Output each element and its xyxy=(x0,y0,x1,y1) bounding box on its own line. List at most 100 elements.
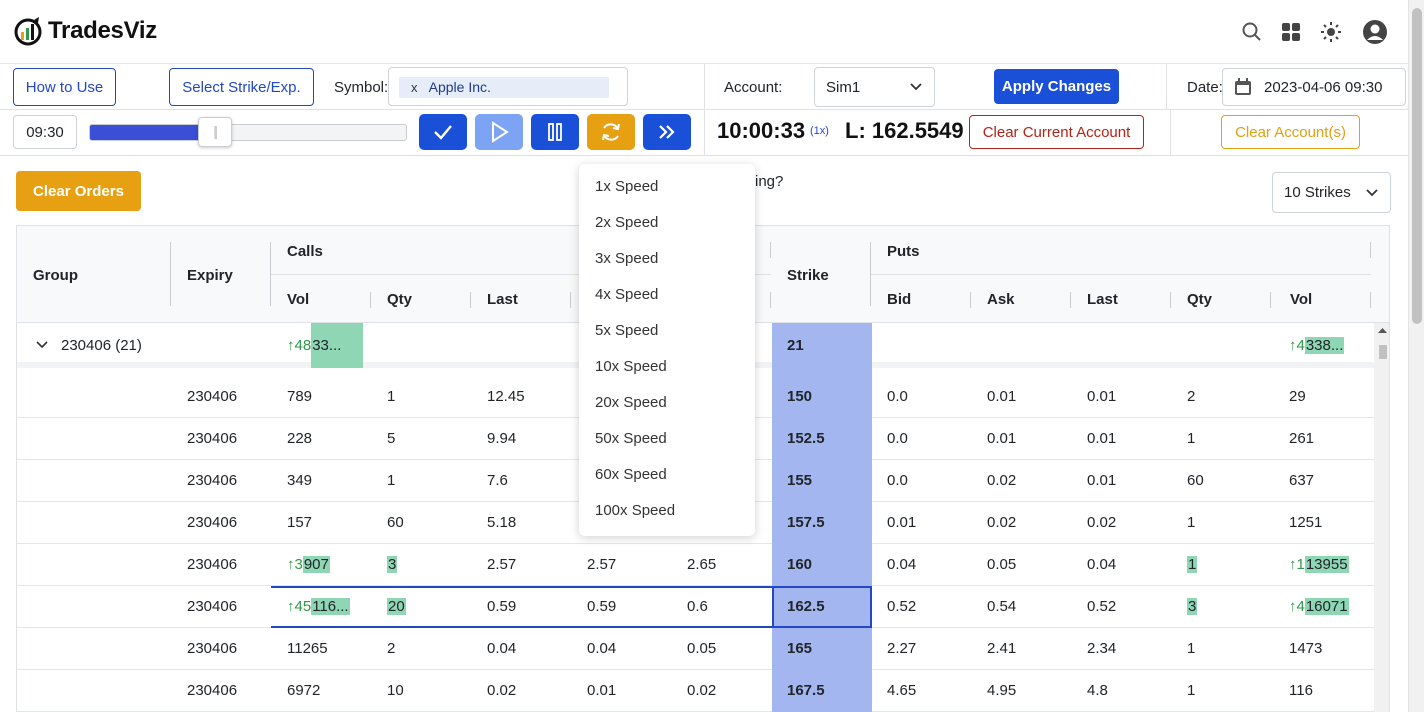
strike-cell[interactable]: 167.5 xyxy=(772,670,872,712)
cell-p-ask[interactable]: 0.01 xyxy=(987,376,1016,417)
cell-c-last[interactable]: 0.02 xyxy=(487,670,516,711)
col-sep[interactable] xyxy=(770,292,771,308)
cell-p-vol[interactable]: 29 xyxy=(1289,376,1306,417)
cell-p-ask[interactable]: 0.02 xyxy=(987,502,1016,543)
cell-c-ask[interactable]: 0.02 xyxy=(687,670,716,711)
cell-c-vol[interactable]: 6972 xyxy=(287,670,320,711)
speed-button[interactable] xyxy=(643,114,691,150)
cell-p-bid[interactable]: 4.65 xyxy=(887,670,916,711)
col-put-qty[interactable]: Qty xyxy=(1187,291,1212,308)
apply-changes-button[interactable]: Apply Changes xyxy=(994,69,1119,104)
start-time-field[interactable]: 09:30 xyxy=(13,115,77,149)
cell-p-bid[interactable]: 0.52 xyxy=(887,586,916,627)
strike-cell[interactable]: 157.5 xyxy=(772,502,872,544)
reset-button[interactable] xyxy=(587,114,635,150)
cell-expiry[interactable]: 230406 xyxy=(187,670,237,711)
cell-expiry[interactable]: 230406 xyxy=(187,544,237,585)
table-scroll-thumb[interactable] xyxy=(1379,345,1387,359)
cell-p-vol[interactable]: 637 xyxy=(1289,460,1314,501)
col-sep[interactable] xyxy=(1070,292,1071,308)
cell-c-last[interactable]: 12.45 xyxy=(487,376,525,417)
cell-c-ask[interactable]: 2.65 xyxy=(687,544,716,585)
speed-option[interactable]: 60x Speed xyxy=(595,466,667,483)
cell-expiry[interactable]: 230406 xyxy=(187,460,237,501)
search-icon[interactable] xyxy=(1240,20,1264,44)
remove-symbol-icon[interactable]: x xyxy=(411,80,418,95)
cell-p-ask[interactable]: 0.54 xyxy=(987,586,1016,627)
date-picker[interactable]: 2023-04-06 09:30 xyxy=(1222,68,1406,106)
col-group[interactable]: Group xyxy=(33,267,78,284)
cell-c-vol[interactable]: 157 xyxy=(287,502,312,543)
table-row[interactable]: 230406 6972 10 0.02 0.01 0.02 4.65 4.95 4.8 1 116 1… xyxy=(17,670,1389,712)
cell-p-vol[interactable]: 116 xyxy=(1289,670,1313,711)
cell-p-vol[interactable]: 1473 xyxy=(1289,628,1322,669)
cell-p-qty[interactable]: 1 xyxy=(1187,628,1195,669)
cell-p-ask[interactable]: 0.01 xyxy=(987,418,1016,459)
cell-expiry[interactable]: 230406 xyxy=(187,502,237,543)
clear-orders-button[interactable]: Clear Orders xyxy=(16,171,141,211)
cell-c-qty[interactable]: 3 xyxy=(387,544,398,585)
col-sep[interactable] xyxy=(570,292,571,308)
cell-p-ask[interactable]: 0.05 xyxy=(987,544,1016,585)
cell-c-qty[interactable]: 10 xyxy=(387,670,404,711)
cell-c-last[interactable]: 7.6 xyxy=(487,460,508,501)
cell-p-last[interactable]: 0.02 xyxy=(1087,502,1116,543)
col-strike[interactable]: Strike xyxy=(787,267,829,284)
speed-option[interactable]: 5x Speed xyxy=(595,322,658,339)
cell-c-qty[interactable]: 2 xyxy=(387,628,395,669)
cell-c-qty[interactable]: 5 xyxy=(387,418,395,459)
col-expiry[interactable]: Expiry xyxy=(187,267,233,284)
cell-c-last[interactable]: 0.59 xyxy=(487,586,516,627)
col-sep[interactable] xyxy=(170,242,171,306)
cell-expiry[interactable]: 230406 xyxy=(187,418,237,459)
cell-c-vol[interactable]: 11265 xyxy=(287,628,328,669)
cell-p-qty[interactable]: 1 xyxy=(1187,502,1195,543)
col-sep[interactable] xyxy=(770,242,771,258)
page-scroll-thumb[interactable] xyxy=(1412,8,1422,324)
app-logo[interactable]: TradesViz xyxy=(12,14,157,48)
cell-c-bid[interactable]: 0.04 xyxy=(587,628,616,669)
cell-c-vol[interactable]: 349 xyxy=(287,460,312,501)
cell-c-last[interactable]: 2.57 xyxy=(487,544,516,585)
speed-option[interactable]: 1x Speed xyxy=(595,178,658,195)
scroll-up-icon[interactable] xyxy=(1378,327,1387,334)
cell-expiry[interactable]: 230406 xyxy=(187,586,237,627)
cell-p-qty[interactable]: 3 xyxy=(1187,586,1198,627)
speed-option[interactable]: 3x Speed xyxy=(595,250,658,267)
cell-c-ask[interactable]: 0.6 xyxy=(687,586,708,627)
slider-handle[interactable] xyxy=(198,117,232,147)
play-button[interactable] xyxy=(475,114,523,150)
table-row[interactable]: 230406 11265 2 0.04 0.04 0.05 2.27 2.41 2.34 1 147… xyxy=(17,628,1389,670)
col-put-last[interactable]: Last xyxy=(1087,291,1118,308)
apps-grid-icon[interactable] xyxy=(1279,20,1303,44)
cell-p-ask[interactable]: 4.95 xyxy=(987,670,1016,711)
cell-p-bid[interactable]: 0.0 xyxy=(887,460,908,501)
replay-progress-slider[interactable] xyxy=(89,124,407,141)
cell-c-last[interactable]: 5.18 xyxy=(487,502,516,543)
page-scrollbar[interactable] xyxy=(1408,0,1424,712)
cell-c-qty[interactable]: 60 xyxy=(387,502,404,543)
confirm-button[interactable] xyxy=(419,114,467,150)
theme-sun-icon[interactable] xyxy=(1319,20,1343,44)
table-row[interactable]: 230406 ↑3907 3 2.57 2.57 2.65 0.04 0.05 0.04 1 ↑11… xyxy=(17,544,1389,586)
speed-option[interactable]: 50x Speed xyxy=(595,430,667,447)
col-call-last[interactable]: Last xyxy=(487,291,518,308)
cell-c-bid[interactable]: 0.59 xyxy=(587,586,616,627)
cell-c-qty[interactable]: 1 xyxy=(387,460,395,501)
clear-current-account-button[interactable]: Clear Current Account xyxy=(969,115,1144,149)
cell-p-bid[interactable]: 0.0 xyxy=(887,418,908,459)
table-row[interactable]: 230406 ↑45116... 20 0.59 0.59 0.6 0.52 0.54 0.52… xyxy=(17,586,1389,628)
speed-option[interactable]: 2x Speed xyxy=(595,214,658,231)
cell-p-last[interactable]: 0.01 xyxy=(1087,376,1116,417)
col-sep[interactable] xyxy=(970,292,971,308)
strike-cell[interactable]: 155 xyxy=(772,460,872,502)
cell-p-last[interactable]: 0.01 xyxy=(1087,418,1116,459)
cell-p-last[interactable]: 4.8 xyxy=(1087,670,1108,711)
cell-p-vol[interactable]: ↑416071 xyxy=(1289,586,1349,627)
cell-p-vol[interactable]: 1251 xyxy=(1289,502,1322,543)
cell-p-bid[interactable]: 0.04 xyxy=(887,544,916,585)
cell-c-last[interactable]: 0.04 xyxy=(487,628,516,669)
cell-p-qty[interactable]: 60 xyxy=(1187,460,1204,501)
speed-option[interactable]: 10x Speed xyxy=(595,358,667,375)
account-select[interactable]: Sim1 xyxy=(814,67,935,107)
